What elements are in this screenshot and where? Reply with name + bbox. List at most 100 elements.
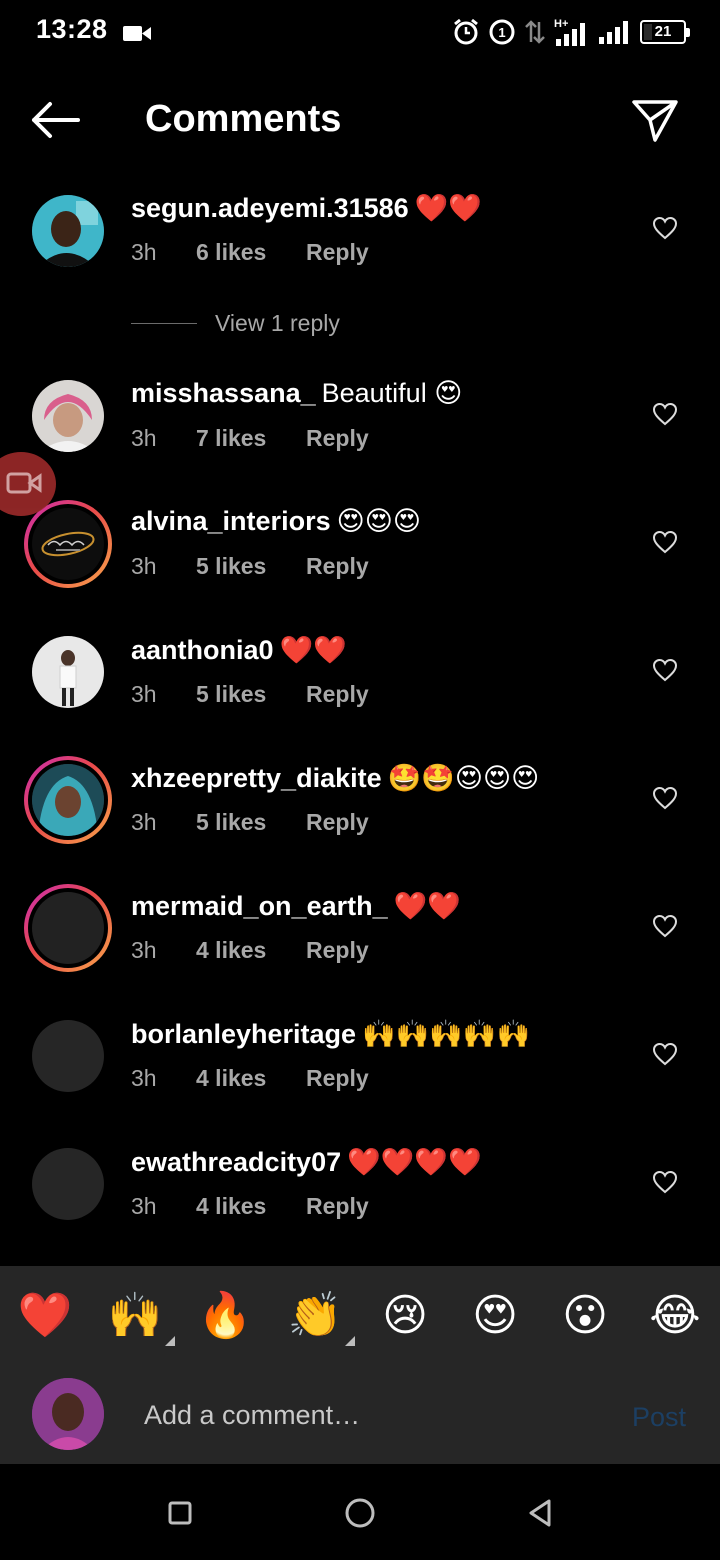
comment-text: ❤️❤️ — [414, 193, 482, 223]
avatar[interactable] — [32, 380, 104, 452]
comment-text: Beautiful 😍 — [321, 378, 463, 408]
avatar[interactable] — [32, 1148, 104, 1220]
comment-time: 3h — [131, 681, 157, 707]
sim-icon: 1 — [489, 19, 515, 45]
avatar-photo — [32, 195, 104, 267]
comment-text: 🙌🙌🙌🙌🙌 — [362, 1019, 531, 1049]
post-button[interactable]: Post — [632, 1402, 686, 1433]
emoji-surprised-button[interactable]: 😮 — [557, 1288, 613, 1344]
comment-input[interactable] — [130, 1390, 590, 1440]
reply-button[interactable]: Reply — [306, 239, 369, 266]
data-arrows-icon — [525, 20, 545, 44]
heart-icon[interactable] — [652, 786, 678, 810]
comment-text: ❤️❤️❤️❤️ — [347, 1147, 482, 1177]
comment-username[interactable]: mermaid_on_earth_ — [131, 891, 388, 921]
avatar-photo — [32, 764, 104, 836]
emoji-reaction-bar: ❤️ 🙌 🔥 👏 😢 😍 😮 😂 — [0, 1266, 720, 1366]
emoji-heart-eyes-button[interactable]: 😍 — [467, 1288, 523, 1344]
comment-text: 🤩🤩😍😍😍 — [387, 763, 540, 793]
comment-time: 3h — [131, 425, 157, 451]
emoji-laughing-button[interactable]: 😂 — [647, 1288, 703, 1344]
reply-button[interactable]: Reply — [306, 681, 369, 708]
view-replies-label: View 1 reply — [215, 309, 340, 336]
reply-button[interactable]: Reply — [306, 809, 369, 836]
avatar-photo — [32, 636, 104, 708]
avatar[interactable] — [32, 1020, 104, 1092]
alarm-icon — [454, 18, 478, 45]
comment-likes[interactable]: 7 likes — [196, 425, 306, 452]
paper-plane-icon[interactable] — [630, 96, 680, 146]
comment-item: borlanleyheritage 🙌🙌🙌🙌🙌 3h 4 likes Reply — [0, 996, 720, 1124]
reply-button[interactable]: Reply — [306, 1065, 369, 1092]
comment-item: ewathreadcity07 ❤️❤️❤️❤️ 3h 4 likes Reply — [0, 1124, 720, 1252]
comment-username[interactable]: segun.adeyemi.31586 — [131, 193, 409, 223]
comment-time: 3h — [131, 937, 157, 963]
comment-username[interactable]: alvina_interiors — [131, 506, 331, 536]
heart-icon[interactable] — [652, 216, 678, 240]
comment-item: misshassana_ Beautiful 😍 3h 7 likes Reply — [0, 356, 720, 484]
comment-likes[interactable]: 6 likes — [196, 239, 306, 266]
status-icons: 1 H+ 21 — [452, 14, 690, 50]
comment-username[interactable]: aanthonia0 — [131, 635, 274, 665]
comment-username[interactable]: xhzeepretty_diakite — [131, 763, 382, 793]
square-recents-icon[interactable] — [163, 1496, 197, 1530]
signal-h-plus-icon: H+ — [554, 18, 585, 46]
skin-tone-indicator-icon — [165, 1336, 175, 1346]
comment-likes[interactable]: 5 likes — [196, 809, 306, 836]
heart-icon[interactable] — [652, 1170, 678, 1194]
comment-likes[interactable]: 4 likes — [196, 1065, 306, 1092]
comment-likes[interactable]: 5 likes — [196, 553, 306, 580]
emoji-crying-button[interactable]: 😢 — [377, 1288, 433, 1344]
reply-button[interactable]: Reply — [306, 937, 369, 964]
alvina-logo-icon — [41, 531, 95, 557]
avatar-story-ring[interactable] — [24, 884, 112, 972]
comment-item: alvina_interiors 😍😍😍 3h 5 likes Reply — [0, 484, 720, 612]
emoji-clap-button[interactable]: 👏 — [287, 1288, 355, 1346]
status-bar: 13:28 1 H+ 21 — [0, 0, 720, 66]
reply-button[interactable]: Reply — [306, 553, 369, 580]
comment-text: 😍😍😍 — [336, 506, 422, 536]
avatar[interactable] — [32, 195, 104, 267]
reply-button[interactable]: Reply — [306, 425, 369, 452]
circle-home-icon[interactable] — [343, 1496, 377, 1530]
emoji-heart-button[interactable]: ❤️ — [17, 1288, 73, 1344]
view-replies-button[interactable]: View 1 reply — [131, 308, 340, 338]
divider — [131, 322, 197, 324]
status-time: 13:28 — [36, 14, 108, 44]
reply-button[interactable]: Reply — [306, 1193, 369, 1220]
heart-icon[interactable] — [652, 1042, 678, 1066]
comment-item: mermaid_on_earth_ ❤️❤️ 3h 4 likes Reply — [0, 868, 720, 996]
comment-likes[interactable]: 4 likes — [196, 937, 306, 964]
comment-text: ❤️❤️ — [279, 635, 347, 665]
video-camera-icon — [123, 26, 151, 41]
battery-level: 21 — [654, 23, 672, 40]
svg-text:H+: H+ — [554, 18, 568, 30]
avatar — [32, 764, 104, 836]
screen-recorder-bubble[interactable] — [0, 452, 56, 516]
comment-likes[interactable]: 4 likes — [196, 1193, 306, 1220]
heart-icon[interactable] — [652, 914, 678, 938]
emoji-raised-hands-button[interactable]: 🙌 — [107, 1288, 175, 1346]
comment-time: 3h — [131, 809, 157, 835]
comment-username[interactable]: ewathreadcity07 — [131, 1147, 341, 1177]
battery-icon: 21 — [640, 20, 690, 44]
comment-item: segun.adeyemi.31586 ❤️❤️ 3h 6 likes Reply V… — [0, 170, 720, 336]
triangle-back-icon[interactable] — [523, 1496, 557, 1530]
skin-tone-indicator-icon — [345, 1336, 355, 1346]
comment-username[interactable]: misshassana_ — [131, 378, 316, 408]
comment-username[interactable]: borlanleyheritage — [131, 1019, 356, 1049]
comment-likes[interactable]: 5 likes — [196, 681, 306, 708]
comment-item: xhzeepretty_diakite 🤩🤩😍😍😍 3h 5 likes Reply — [0, 740, 720, 868]
heart-icon[interactable] — [652, 658, 678, 682]
back-arrow-icon[interactable] — [28, 100, 82, 140]
system-nav-bar — [0, 1464, 720, 1560]
avatar-story-ring[interactable] — [24, 756, 112, 844]
avatar[interactable] — [32, 636, 104, 708]
heart-icon[interactable] — [652, 530, 678, 554]
video-camera-icon — [6, 472, 42, 494]
heart-icon[interactable] — [652, 402, 678, 426]
avatar — [32, 892, 104, 964]
comment-time: 3h — [131, 553, 157, 579]
emoji-fire-button[interactable]: 🔥 — [197, 1288, 253, 1344]
avatar-photo — [32, 1378, 104, 1450]
